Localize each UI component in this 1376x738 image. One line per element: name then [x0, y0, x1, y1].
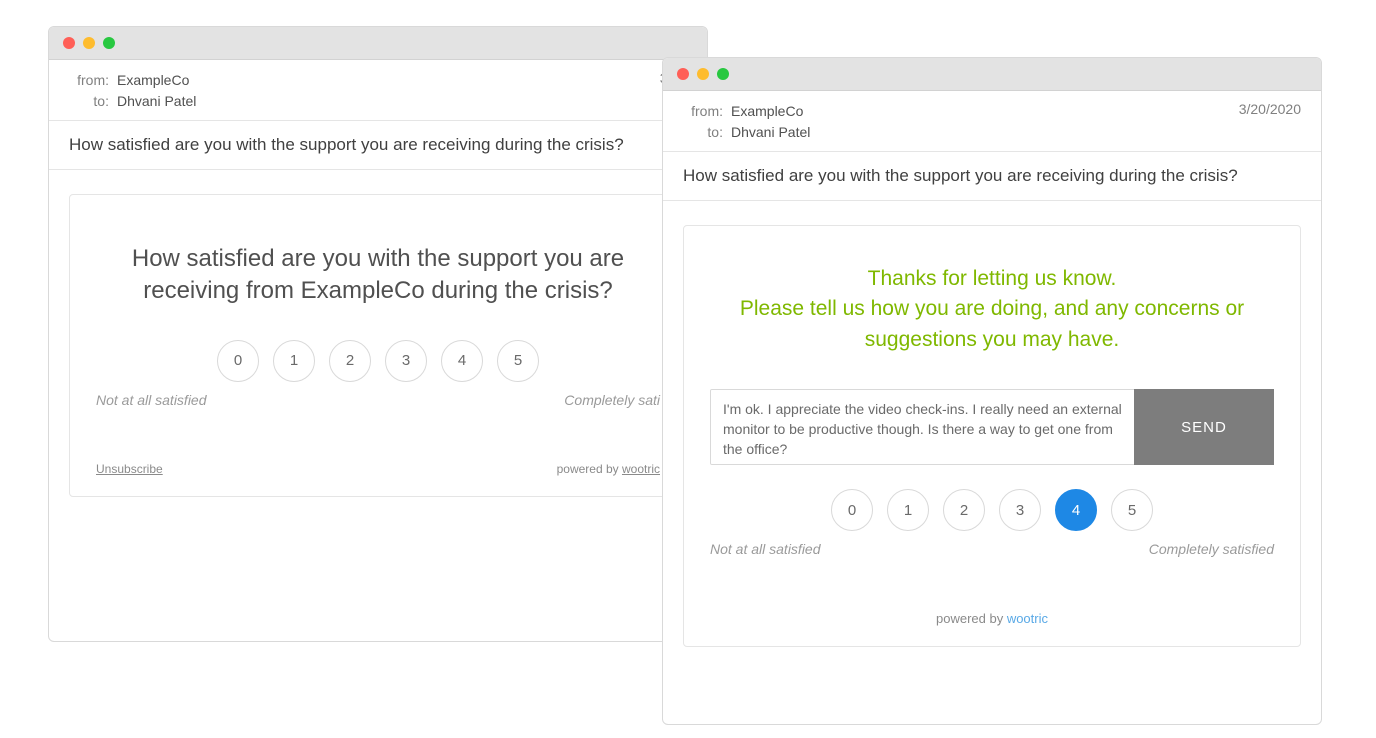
rating-3[interactable]: 3 — [999, 489, 1041, 531]
powered-by: powered by wootric — [557, 462, 660, 476]
to-label: to: — [69, 91, 109, 112]
powered-text: powered by — [936, 611, 1007, 626]
minimize-icon[interactable] — [83, 37, 95, 49]
from-label: from: — [683, 101, 723, 122]
unsubscribe-link[interactable]: Unsubscribe — [96, 462, 163, 476]
maximize-icon[interactable] — [717, 68, 729, 80]
email-body: How satisfied are you with the support y… — [49, 170, 707, 517]
rating-3[interactable]: 3 — [385, 340, 427, 382]
rating-0[interactable]: 0 — [831, 489, 873, 531]
rating-4[interactable]: 4 — [441, 340, 483, 382]
email-date: 3/20/2020 — [1239, 101, 1301, 117]
survey-question: How satisfied are you with the support y… — [96, 243, 660, 308]
followup-card: Thanks for letting us know. Please tell … — [683, 225, 1301, 647]
rating-2[interactable]: 2 — [329, 340, 371, 382]
email-header: from: ExampleCo to: Dhvani Patel 3/20/20… — [663, 91, 1321, 152]
rating-0[interactable]: 0 — [217, 340, 259, 382]
card-footer: Unsubscribe powered by wootric — [96, 462, 660, 476]
scale-high-label: Completely sati — [564, 392, 660, 408]
close-icon[interactable] — [63, 37, 75, 49]
from-label: from: — [69, 70, 109, 91]
rating-row: 0 1 2 3 4 5 — [710, 489, 1274, 531]
scale-low-label: Not at all satisfied — [710, 541, 821, 557]
maximize-icon[interactable] — [103, 37, 115, 49]
email-subject: How satisfied are you with the support y… — [663, 152, 1321, 201]
rating-5[interactable]: 5 — [497, 340, 539, 382]
minimize-icon[interactable] — [697, 68, 709, 80]
email-window-survey: from: ExampleCo to: Dhvani Patel 3/20 Ho… — [48, 26, 708, 642]
powered-text: powered by — [557, 462, 622, 476]
to-value: Dhvani Patel — [731, 122, 810, 143]
email-subject: How satisfied are you with the support y… — [49, 121, 707, 170]
rating-4[interactable]: 4 — [1055, 489, 1097, 531]
window-titlebar — [663, 58, 1321, 91]
survey-card: How satisfied are you with the support y… — [69, 194, 687, 497]
to-label: to: — [683, 122, 723, 143]
powered-brand[interactable]: wootric — [1007, 611, 1048, 626]
rating-2[interactable]: 2 — [943, 489, 985, 531]
powered-by: powered by wootric — [710, 611, 1274, 626]
email-body: Thanks for letting us know. Please tell … — [663, 201, 1321, 667]
to-value: Dhvani Patel — [117, 91, 196, 112]
close-icon[interactable] — [677, 68, 689, 80]
followup-message: Thanks for letting us know. Please tell … — [710, 264, 1274, 355]
email-window-followup: from: ExampleCo to: Dhvani Patel 3/20/20… — [662, 57, 1322, 725]
scale-labels: Not at all satisfied Completely satisfie… — [710, 541, 1274, 557]
rating-1[interactable]: 1 — [273, 340, 315, 382]
scale-low-label: Not at all satisfied — [96, 392, 207, 408]
feedback-row: SEND — [710, 389, 1274, 465]
scale-labels: Not at all satisfied Completely sati — [96, 392, 660, 408]
email-header: from: ExampleCo to: Dhvani Patel 3/20 — [49, 60, 707, 121]
powered-brand[interactable]: wootric — [622, 462, 660, 476]
from-value: ExampleCo — [117, 70, 189, 91]
send-button[interactable]: SEND — [1134, 389, 1274, 465]
feedback-input[interactable] — [710, 389, 1134, 465]
scale-high-label: Completely satisfied — [1149, 541, 1274, 557]
rating-1[interactable]: 1 — [887, 489, 929, 531]
from-value: ExampleCo — [731, 101, 803, 122]
rating-5[interactable]: 5 — [1111, 489, 1153, 531]
rating-row: 0 1 2 3 4 5 — [96, 340, 660, 382]
window-titlebar — [49, 27, 707, 60]
